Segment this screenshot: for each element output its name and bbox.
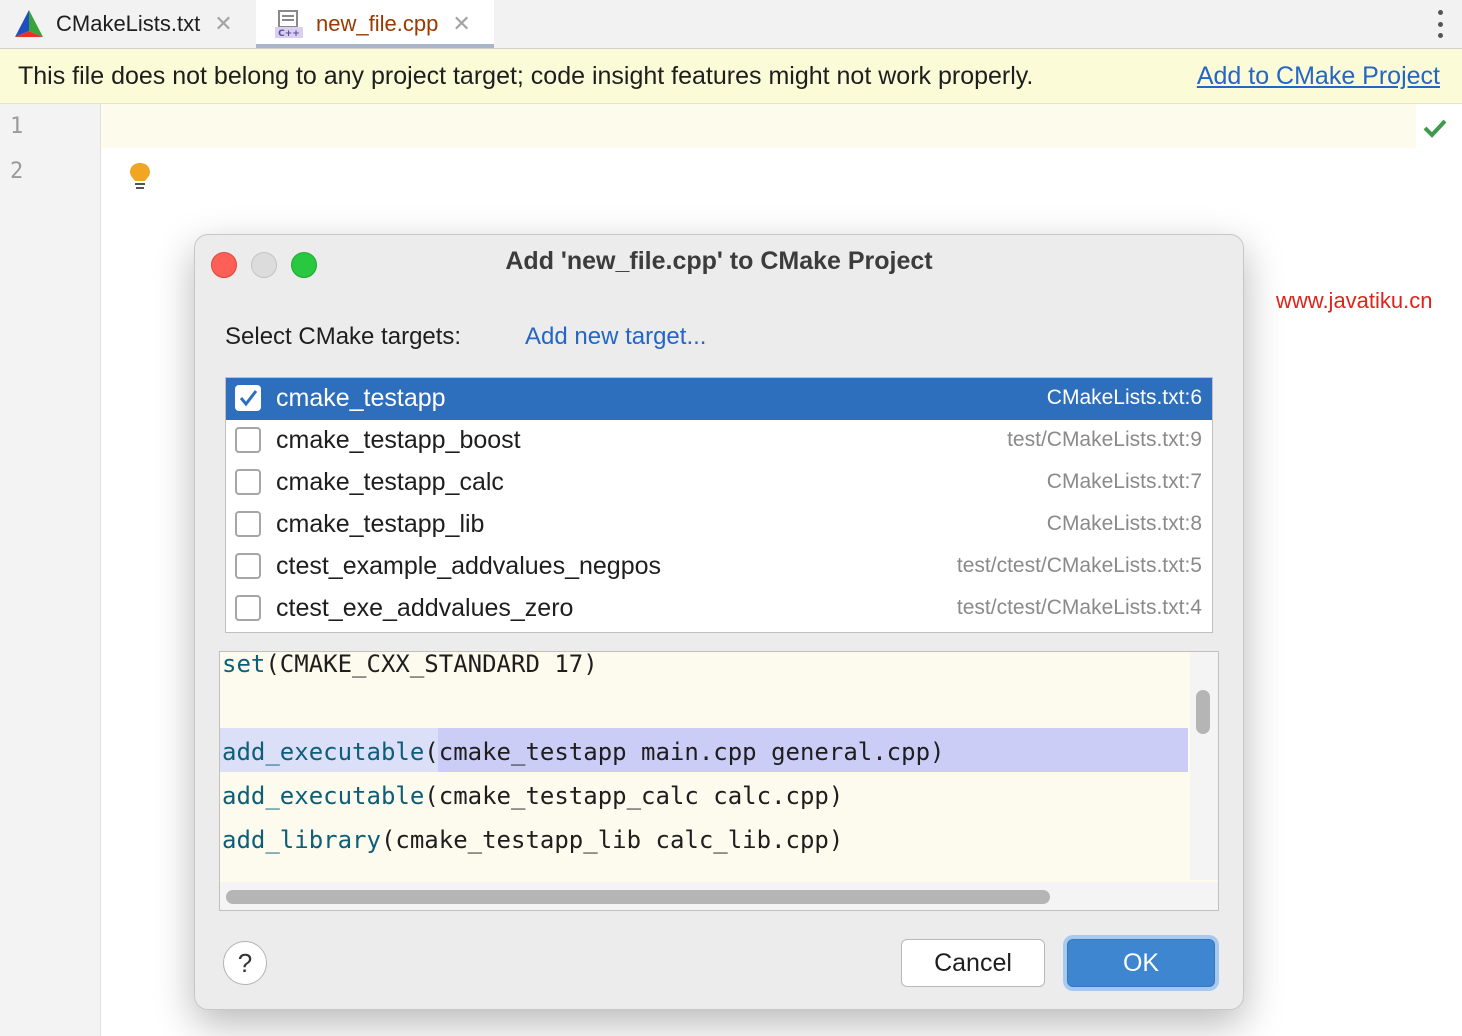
cpp-file-icon: C++ — [275, 10, 303, 39]
cancel-button[interactable]: Cancel — [901, 939, 1045, 987]
vertical-scrollbar[interactable] — [1190, 652, 1218, 880]
warning-banner: This file does not belong to any project… — [0, 49, 1462, 104]
vertical-scroll-thumb[interactable] — [1196, 690, 1210, 734]
active-tab-indicator — [256, 44, 494, 48]
code-keyword: add_executable — [222, 782, 425, 810]
select-targets-label: Select CMake targets: — [225, 323, 462, 350]
code-keyword: add_executable — [222, 738, 425, 766]
target-row[interactable]: cmake_testapp_lib CMakeLists.txt:8 — [226, 504, 1212, 546]
code-args: (cmake_testapp_calc calc.cpp) — [424, 782, 844, 810]
checkmark-icon — [239, 390, 258, 407]
banner-message: This file does not belong to any project… — [18, 62, 1034, 90]
target-name: cmake_testapp — [276, 384, 446, 412]
target-row[interactable]: ctest_exe_addvalues_zero test/ctest/CMak… — [226, 588, 1212, 630]
target-name: cmake_testapp_calc — [276, 468, 504, 496]
check-icon — [1423, 119, 1447, 138]
target-checkbox[interactable] — [235, 469, 261, 495]
target-name: cmake_testapp_lib — [276, 510, 485, 538]
code-keyword: add_library — [222, 826, 381, 854]
target-checkbox[interactable] — [235, 595, 261, 621]
code-line: set(CMAKE_CXX_STANDARD 17) — [222, 651, 598, 694]
code-line: add_library(cmake_testapp_lib calc_lib.c… — [222, 826, 843, 870]
cpp-icon-text: C++ — [278, 29, 300, 39]
line-number-gutter: 1 2 — [0, 104, 101, 1036]
code-keyword: set — [222, 651, 266, 678]
tab-label: new_file.cpp — [316, 11, 439, 36]
tab-label: CMakeLists.txt — [56, 11, 201, 36]
target-checkbox[interactable] — [235, 553, 261, 579]
tab-cmakelists[interactable]: CMakeLists.txt ✕ — [14, 0, 256, 48]
target-name: ctest_example_addvalues_negpos — [276, 552, 661, 580]
target-row[interactable]: cmake_testapp_boost test/CMakeLists.txt:… — [226, 420, 1212, 462]
target-location: CMakeLists.txt:6 — [1046, 386, 1202, 409]
close-icon[interactable]: ✕ — [214, 11, 232, 37]
horizontal-scroll-thumb[interactable] — [226, 890, 1050, 904]
target-name: ctest_exe_addvalues_zero — [276, 594, 574, 622]
target-row[interactable]: ctest_example_addvalues_negpos test/ctes… — [226, 546, 1212, 588]
target-checkbox[interactable] — [235, 427, 261, 453]
target-location: CMakeLists.txt:7 — [1046, 470, 1202, 493]
add-new-target-link[interactable]: Add new target... — [525, 323, 706, 351]
current-line-highlight — [101, 104, 1416, 148]
code-line: add_executable(cmake_testapp_calc calc.c… — [222, 782, 843, 826]
code-line: add_executable(cmake_testapp main.cpp ge… — [222, 738, 944, 782]
target-location: test/CMakeLists.txt:9 — [1007, 428, 1202, 451]
code-args: (cmake_testapp main.cpp general.cpp) — [424, 738, 945, 766]
target-list: cmake_testapp CMakeLists.txt:6 cmake_tes… — [225, 377, 1213, 633]
code-args: (CMAKE_CXX_STANDARD 17) — [265, 651, 598, 678]
more-options-icon[interactable] — [1436, 10, 1444, 38]
target-name: cmake_testapp_boost — [276, 426, 521, 454]
target-row[interactable]: cmake_testapp_calc CMakeLists.txt:7 — [226, 462, 1212, 504]
dialog-title: Add 'new_file.cpp' to CMake Project — [505, 247, 933, 275]
tab-new-file-cpp[interactable]: C++ new_file.cpp ✕ — [256, 0, 494, 48]
watermark: www.javatiku.cn — [1276, 288, 1433, 313]
cmake-icon — [15, 10, 43, 37]
editor-tab-bar: CMakeLists.txt ✕ C++ new_file.cpp ✕ — [0, 0, 1462, 49]
horizontal-scrollbar[interactable] — [220, 882, 1218, 910]
target-row[interactable]: cmake_testapp CMakeLists.txt:6 — [226, 378, 1212, 420]
ide-window: CMakeLists.txt ✕ C++ new_file.cpp ✕ This… — [0, 0, 1462, 1036]
lightbulb-icon[interactable] — [129, 162, 151, 192]
help-button[interactable]: ? — [223, 941, 267, 985]
close-icon[interactable]: ✕ — [452, 11, 470, 37]
target-location: CMakeLists.txt:8 — [1046, 512, 1202, 535]
target-location: test/ctest/CMakeLists.txt:4 — [956, 596, 1202, 619]
add-to-cmake-dialog: Add 'new_file.cpp' to CMake Project Sele… — [194, 234, 1244, 1010]
add-to-cmake-project-link[interactable]: Add to CMake Project — [1197, 62, 1440, 91]
code-args: (cmake_testapp_lib calc_lib.cpp) — [380, 826, 844, 854]
ok-button[interactable]: OK — [1067, 939, 1215, 987]
cmake-code-preview[interactable]: set(CMAKE_CXX_STANDARD 17) add_executabl… — [219, 651, 1219, 911]
line-number: 2 — [10, 159, 24, 184]
target-checkbox[interactable] — [235, 511, 261, 537]
target-location: test/ctest/CMakeLists.txt:5 — [956, 554, 1202, 577]
line-number: 1 — [10, 114, 24, 139]
target-checkbox[interactable] — [235, 385, 261, 411]
